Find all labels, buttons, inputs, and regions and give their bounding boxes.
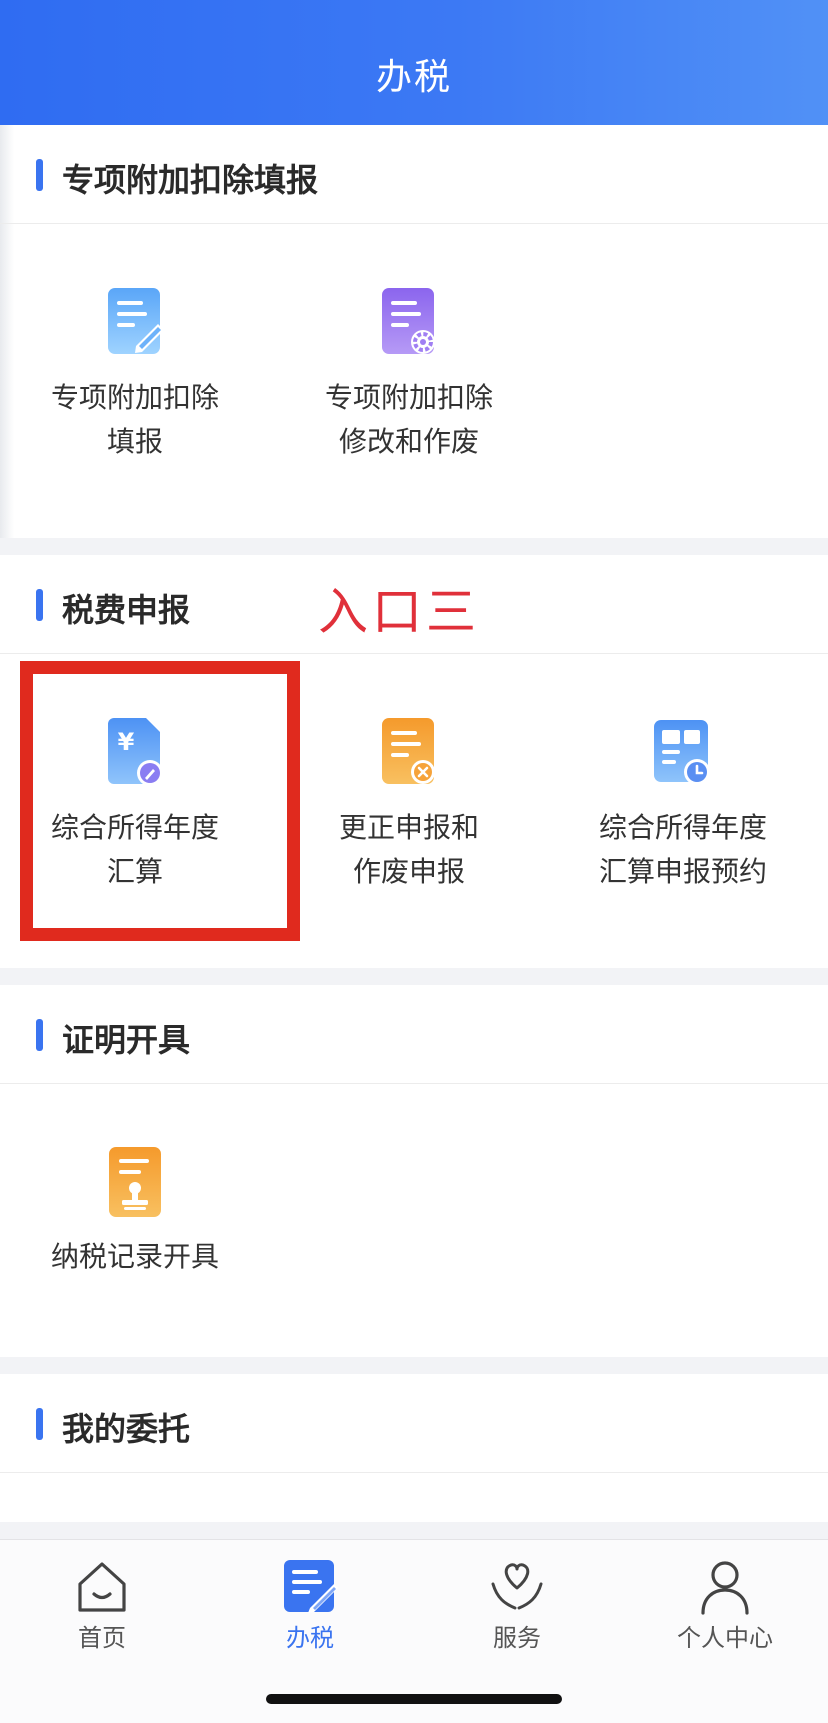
calendar-clock-icon xyxy=(654,720,710,785)
document-cancel-icon xyxy=(382,718,435,784)
tab-label: 服务 xyxy=(493,1624,541,1652)
section-header: 我的委托 xyxy=(0,1374,828,1473)
tax-document-icon xyxy=(284,1560,338,1613)
item-label-line2: 汇算申报预约 xyxy=(598,855,767,888)
section-header: 证明开具 xyxy=(0,985,828,1084)
home-icon xyxy=(78,1562,126,1612)
section-accent-bar xyxy=(36,1408,43,1440)
document-settings-icon xyxy=(382,288,435,354)
section-accent-bar xyxy=(36,1019,43,1051)
item-label-line1: 专项附加扣除 xyxy=(324,381,493,414)
item-label-line2: 填报 xyxy=(106,425,163,458)
section-title: 证明开具 xyxy=(62,1021,191,1059)
section-header: 专项附加扣除填报 xyxy=(0,125,828,224)
tab-home[interactable]: 首页 xyxy=(22,1558,182,1653)
person-icon xyxy=(701,1561,749,1615)
tab-profile[interactable]: 个人中心 xyxy=(645,1558,805,1653)
tab-label: 办税 xyxy=(286,1624,334,1652)
section-title: 我的委托 xyxy=(62,1410,191,1448)
section-deduction: 专项附加扣除填报 专项附加扣除 填报 专项附加扣除 修改和作废 xyxy=(0,125,828,538)
section-entrust: 我的委托 xyxy=(0,1374,828,1522)
item-label-line2: 作废申报 xyxy=(352,855,465,888)
section-accent-bar xyxy=(36,159,43,191)
annotation-label: 入口三 xyxy=(318,583,480,641)
tab-label: 首页 xyxy=(78,1624,126,1652)
home-indicator xyxy=(266,1694,562,1704)
section-certificate: 证明开具 纳税记录开具 xyxy=(0,985,828,1357)
heart-hands-icon xyxy=(491,1563,543,1610)
item-tax-record[interactable]: 纳税记录开具 xyxy=(0,1147,270,1279)
item-deduction-fill[interactable]: 专项附加扣除 填报 xyxy=(0,288,270,464)
page-title: 办税 xyxy=(375,57,452,98)
item-deduction-modify[interactable]: 专项附加扣除 修改和作废 xyxy=(274,288,544,464)
section-title: 专项附加扣除填报 xyxy=(62,161,319,199)
section-accent-bar xyxy=(36,589,43,621)
tab-service[interactable]: 服务 xyxy=(437,1558,597,1653)
section-title: 税费申报 xyxy=(62,591,191,629)
tab-label: 个人中心 xyxy=(677,1624,773,1652)
item-label-line1: 综合所得年度 xyxy=(598,811,767,844)
item-label-line1: 更正申报和 xyxy=(338,811,479,844)
item-label-line2: 修改和作废 xyxy=(338,425,479,458)
document-stamp-icon xyxy=(109,1147,161,1217)
tab-tax[interactable]: 办税 xyxy=(230,1558,390,1653)
document-edit-icon xyxy=(108,288,164,354)
highlight-box xyxy=(20,661,300,941)
item-correct-declaration[interactable]: 更正申报和 作废申报 xyxy=(274,718,544,894)
item-label-line1: 纳税记录开具 xyxy=(50,1240,219,1273)
item-declaration-appointment[interactable]: 综合所得年度 汇算申报预约 xyxy=(548,718,818,894)
item-label-line1: 专项附加扣除 xyxy=(50,381,219,414)
top-header: 办税 xyxy=(0,0,828,125)
